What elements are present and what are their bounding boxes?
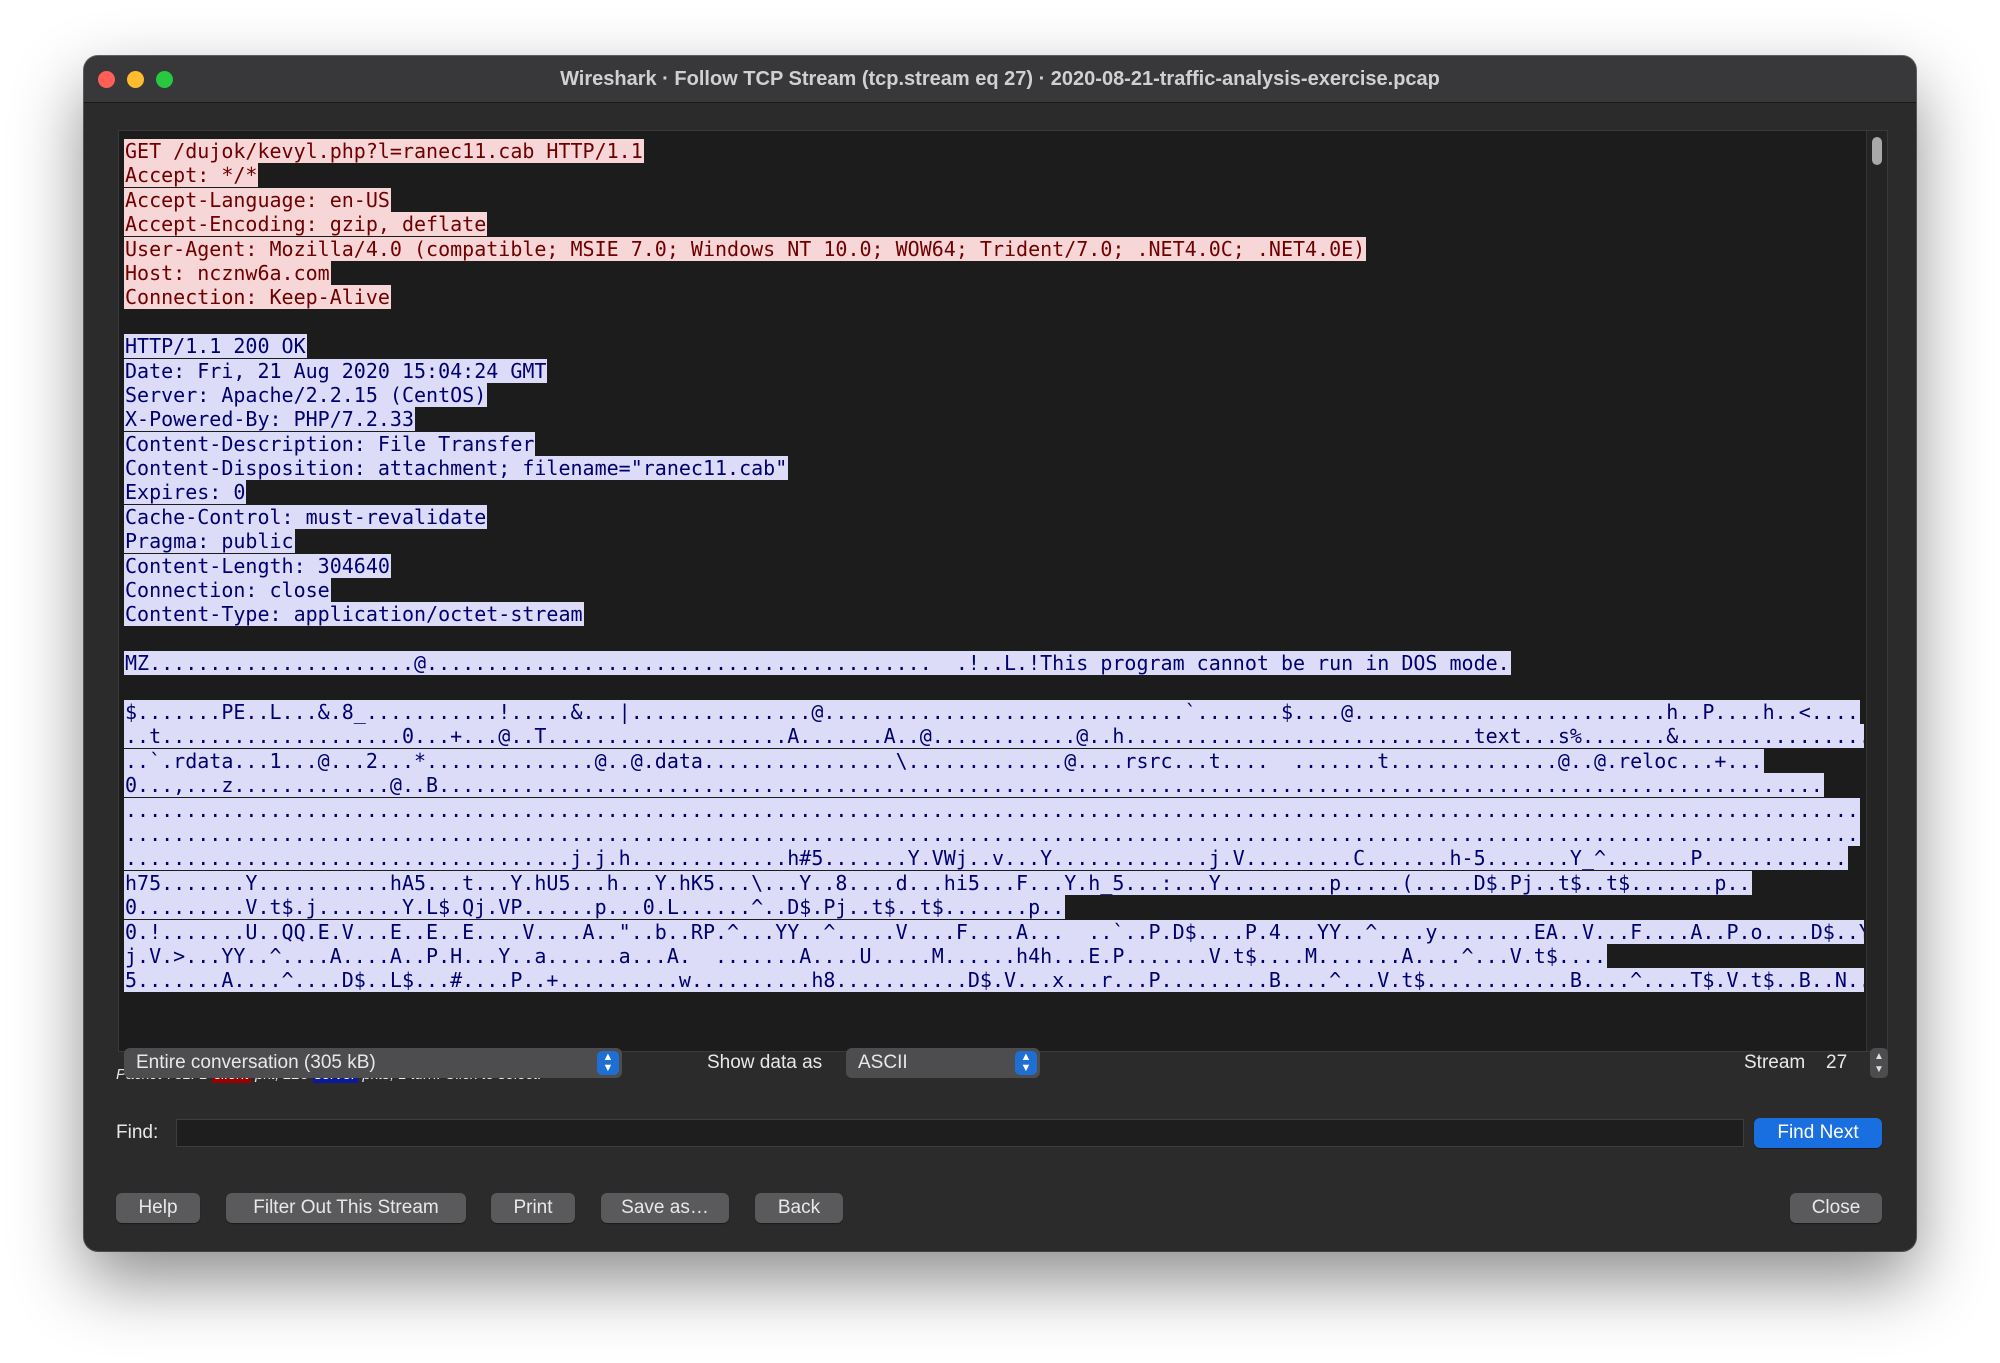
- stream-line-text: 0.........V.t$.j.......Y.L$.Qj.VP......p…: [124, 895, 1066, 920]
- stream-line-client: Accept: */*: [124, 163, 1864, 188]
- stream-line-server: ..`.rdata...1...@...2...*..............@…: [124, 748, 1864, 773]
- stream-line-server: Server: Apache/2.2.15 (CentOS): [124, 382, 1864, 407]
- stream-line-text: Host: ncznw6a.com: [124, 260, 331, 285]
- stream-line-server: HTTP/1.1 200 OK: [124, 334, 1864, 359]
- stream-line-text: Connection: close: [124, 578, 331, 603]
- title-bar: Wireshark · Follow TCP Stream (tcp.strea…: [84, 56, 1916, 103]
- stream-line-text: ........................................…: [124, 797, 1860, 822]
- stream-line-server: Date: Fri, 21 Aug 2020 15:04:24 GMT: [124, 358, 1864, 383]
- stream-line-text: Expires: 0: [124, 480, 247, 505]
- stream-line-text: 0...,...z.............@..B..............…: [124, 773, 1824, 798]
- find-label: Find:: [116, 1122, 159, 1143]
- stream-line-server: Cache-Control: must-revalidate: [124, 504, 1864, 529]
- scrollbar-thumb[interactable]: [1872, 137, 1882, 165]
- stream-line-server: 5.......A....^....D$..L$...#....P..+....…: [124, 968, 1864, 993]
- stream-line-text: ........................................…: [124, 821, 1860, 846]
- window-title: Wireshark · Follow TCP Stream (tcp.strea…: [560, 68, 1440, 90]
- filter-out-stream-button[interactable]: Filter Out This Stream: [226, 1193, 466, 1223]
- show-data-select[interactable]: ASCII ▲ ▼: [846, 1048, 1040, 1078]
- stream-line-server: ........................................…: [124, 821, 1864, 846]
- stream-line-text: 0.!.......U..QQ.E.V...E..E..E....V....A.…: [124, 919, 1864, 944]
- stream-number-field[interactable]: 27: [1826, 1052, 1847, 1074]
- stream-line-server: $.......PE..L...&.8_...........!.....&..…: [124, 699, 1864, 724]
- stream-line-text: Accept: */*: [124, 163, 259, 188]
- stream-lines: GET /dujok/kevyl.php?l=ranec11.cab HTTP/…: [124, 139, 1864, 993]
- stream-line-server: MZ......................@...............…: [124, 651, 1864, 676]
- stream-line-text: Accept-Encoding: gzip, deflate: [124, 212, 488, 237]
- stream-line-server: Expires: 0: [124, 480, 1864, 505]
- vertical-scrollbar[interactable]: [1866, 131, 1887, 1051]
- show-data-select-value: ASCII: [858, 1052, 908, 1073]
- stream-line-client: Accept-Encoding: gzip, deflate: [124, 212, 1864, 237]
- chevron-up-down-icon: ▲ ▼: [1015, 1051, 1037, 1075]
- stream-blank-line: [124, 676, 1864, 700]
- back-button[interactable]: Back: [755, 1193, 843, 1223]
- stream-line-text: h75.......Y...........hA5...t...Y.hU5...…: [124, 870, 1752, 895]
- stream-line-client: Connection: Keep-Alive: [124, 285, 1864, 310]
- close-button[interactable]: Close: [1790, 1193, 1882, 1223]
- stream-line-server: Content-Type: application/octet-stream: [124, 602, 1864, 627]
- stream-blank-line: [124, 310, 1864, 334]
- stream-stepper[interactable]: ▲ ▼: [1870, 1048, 1888, 1078]
- stream-line-client: Host: ncznw6a.com: [124, 260, 1864, 285]
- stream-line-text: Content-Disposition: attachment; filenam…: [124, 456, 789, 481]
- stream-line-server: Pragma: public: [124, 529, 1864, 554]
- find-input[interactable]: [176, 1119, 1744, 1147]
- stream-line-client: Accept-Language: en-US: [124, 187, 1864, 212]
- stream-line-text: j.V.>...YY..^....A....A..P.H...Y..a.....…: [124, 943, 1608, 968]
- stream-line-text: [124, 676, 126, 700]
- stream-line-text: [124, 627, 126, 651]
- stream-line-text: User-Agent: Mozilla/4.0 (compatible; MSI…: [124, 236, 1367, 261]
- stream-label: Stream: [1744, 1052, 1806, 1073]
- print-button[interactable]: Print: [491, 1193, 575, 1223]
- stream-line-text: $.......PE..L...&.8_...........!.....&..…: [124, 699, 1860, 724]
- stream-line-server: Content-Disposition: attachment; filenam…: [124, 456, 1864, 481]
- stream-line-text: Pragma: public: [124, 529, 295, 554]
- stream-line-server: 0.!.......U..QQ.E.V...E..E..E....V....A.…: [124, 919, 1864, 944]
- stream-line-server: h75.......Y...........hA5...t...Y.hU5...…: [124, 870, 1864, 895]
- stream-line-text: 5.......A....^....D$..L$...#....P..+....…: [124, 968, 1864, 993]
- stream-line-server: ........................................…: [124, 797, 1864, 822]
- stream-line-server: .....................................j.j…: [124, 846, 1864, 871]
- stream-line-text: Content-Length: 304640: [124, 553, 391, 578]
- stream-line-text: Accept-Language: en-US: [124, 187, 391, 212]
- stream-line-server: X-Powered-By: PHP/7.2.33: [124, 407, 1864, 432]
- stream-line-text: Content-Type: application/octet-stream: [124, 602, 584, 627]
- stream-line-text: Date: Fri, 21 Aug 2020 15:04:24 GMT: [124, 358, 548, 383]
- stream-line-server: Content-Description: File Transfer: [124, 431, 1864, 456]
- follow-tcp-stream-window: Wireshark · Follow TCP Stream (tcp.strea…: [84, 56, 1916, 1251]
- stream-line-text: HTTP/1.1 200 OK: [124, 334, 307, 359]
- chevron-up-down-icon: ▲ ▼: [597, 1051, 619, 1075]
- stream-line-client: GET /dujok/kevyl.php?l=ranec11.cab HTTP/…: [124, 139, 1864, 163]
- stream-line-text: ..t....................0...+...@..T.....…: [124, 724, 1864, 749]
- stream-line-server: 0.........V.t$.j.......Y.L$.Qj.VP......p…: [124, 895, 1864, 920]
- stream-line-server: Connection: close: [124, 578, 1864, 603]
- stream-line-text: ..`.rdata...1...@...2...*..............@…: [124, 748, 1764, 773]
- stream-line-server: j.V.>...YY..^....A....A..P.H...Y..a.....…: [124, 943, 1864, 968]
- stream-line-server: Content-Length: 304640: [124, 553, 1864, 578]
- stream-line-server: 0...,...z.............@..B..............…: [124, 773, 1864, 798]
- stream-line-text: Content-Description: File Transfer: [124, 431, 536, 456]
- find-next-button[interactable]: Find Next: [1754, 1118, 1882, 1148]
- stream-content-view[interactable]: GET /dujok/kevyl.php?l=ranec11.cab HTTP/…: [118, 130, 1888, 1052]
- stream-line-text: Connection: Keep-Alive: [124, 285, 391, 310]
- help-button[interactable]: Help: [116, 1193, 200, 1223]
- stream-line-text: Cache-Control: must-revalidate: [124, 504, 488, 529]
- show-data-label: Show data as: [707, 1052, 823, 1073]
- conversation-select[interactable]: Entire conversation (305 kB) ▲ ▼: [124, 1048, 622, 1078]
- stream-line-text: X-Powered-By: PHP/7.2.33: [124, 407, 415, 432]
- stream-blank-line: [124, 627, 1864, 651]
- stream-line-text: [124, 310, 126, 334]
- stream-line-text: .....................................j.j…: [124, 846, 1848, 871]
- stream-line-text: Server: Apache/2.2.15 (CentOS): [124, 382, 488, 407]
- stream-line-text: GET /dujok/kevyl.php?l=ranec11.cab HTTP/…: [124, 139, 644, 163]
- conversation-select-value: Entire conversation (305 kB): [136, 1052, 376, 1073]
- stream-line-client: User-Agent: Mozilla/4.0 (compatible; MSI…: [124, 236, 1864, 261]
- stream-line-text: MZ......................@...............…: [124, 651, 1511, 676]
- stream-line-server: ..t....................0...+...@..T.....…: [124, 724, 1864, 749]
- save-as-button[interactable]: Save as…: [601, 1193, 729, 1223]
